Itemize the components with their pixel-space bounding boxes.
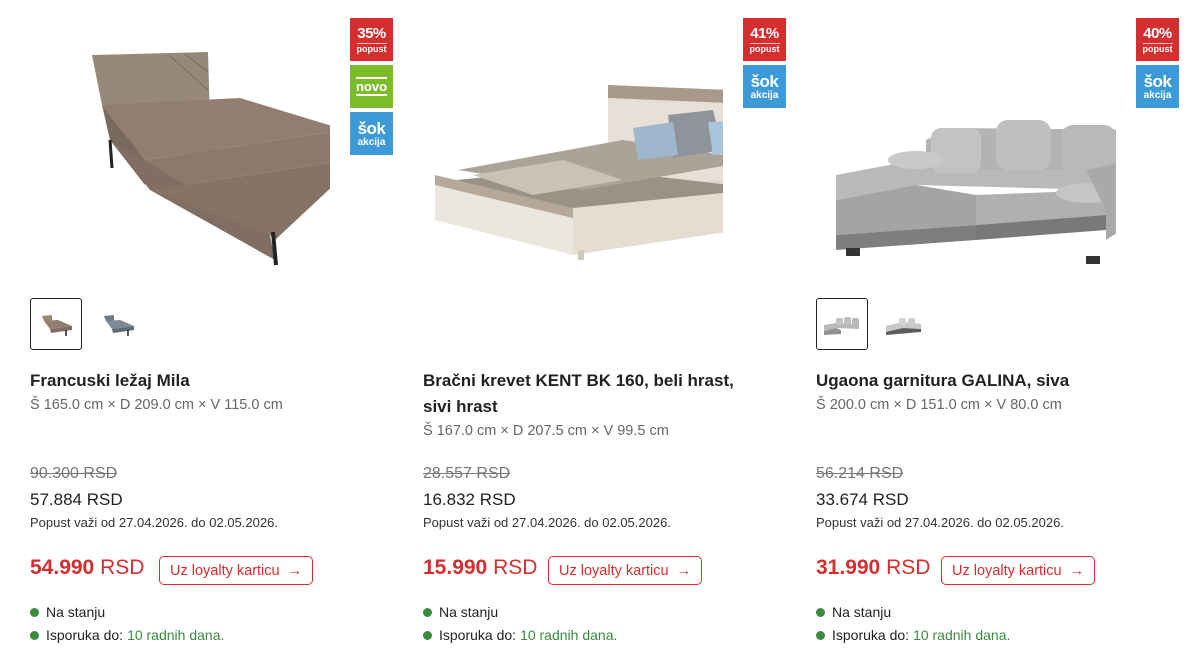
old-price: 28.557 RSD — [423, 465, 511, 482]
sok-label: šok — [1143, 71, 1172, 91]
variant-thumbnails — [30, 298, 144, 350]
loyalty-price-amount: 54.990 — [30, 556, 95, 579]
promo-validity: Popust važi od 27.04.2026. do 02.05.2026… — [30, 515, 278, 530]
delivery-dot-icon — [423, 630, 432, 640]
in-stock-dot-icon — [423, 607, 432, 617]
loyalty-button-label: Uz loyalty karticu — [952, 562, 1062, 579]
old-price: 90.300 RSD — [30, 465, 118, 482]
discounted-price: 57.884 RSD — [30, 490, 123, 509]
stock-status: Na stanju — [816, 604, 891, 620]
delivery-label: Isporuka do: — [46, 627, 124, 643]
sok-label: šok — [357, 118, 386, 138]
loyalty-price-currency: RSD — [493, 556, 538, 579]
akcija-label: akcija — [750, 89, 779, 101]
discounted-price: 16.832 RSD — [423, 490, 516, 509]
product-title[interactable]: Bračni krevet KENT BK 160, beli hrast, s… — [423, 368, 763, 420]
loyalty-card-button[interactable]: Uz loyalty karticu → — [159, 556, 314, 585]
stock-label: Na stanju — [46, 604, 106, 620]
delivery-label: Isporuka do: — [439, 627, 517, 643]
discount-percent: 35% — [357, 24, 386, 42]
product-badges: 40% popust šok akcija — [1136, 18, 1179, 112]
stock-label: Na stanju — [832, 604, 892, 620]
grey-bed-thumb-icon — [104, 315, 134, 336]
discount-badge: 35% popust — [350, 18, 393, 61]
discount-badge: 41% popust — [743, 18, 786, 61]
akcija-label: akcija — [1143, 89, 1172, 101]
product-card: 40% popust šok akcija Ugaona garnitura G… — [816, 0, 1196, 650]
in-stock-dot-icon — [816, 607, 825, 617]
grey-sofa-alt-thumb-icon — [886, 318, 921, 335]
new-badge: novo — [350, 65, 393, 108]
loyalty-price-currency: RSD — [886, 556, 931, 579]
old-price: 56.214 RSD — [816, 465, 904, 482]
delivery-dot-icon — [30, 630, 39, 640]
discount-badge: 40% popust — [1136, 18, 1179, 61]
product-image-bed-kent[interactable] — [423, 10, 723, 280]
variant-thumb-grey-sofa[interactable] — [816, 298, 868, 350]
product-image-sofa-galina[interactable] — [816, 10, 1116, 280]
discount-label: popust — [356, 42, 387, 54]
product-dimensions: Š 165.0 cm × D 209.0 cm × V 115.0 cm — [30, 397, 283, 413]
arrow-right-icon: → — [1069, 562, 1085, 579]
loyalty-button-label: Uz loyalty karticu — [170, 562, 280, 579]
product-title[interactable]: Ugaona garnitura GALINA, siva — [816, 368, 1156, 394]
product-image-bed-mila[interactable] — [30, 10, 330, 280]
discount-percent: 40% — [1143, 24, 1172, 42]
stock-status: Na stanju — [423, 604, 498, 620]
variant-thumb-beige[interactable] — [30, 298, 82, 350]
arrow-right-icon: → — [287, 562, 303, 579]
sok-akcija-badge: šok akcija — [743, 65, 786, 108]
discount-percent: 41% — [750, 24, 779, 42]
loyalty-price-currency: RSD — [100, 556, 145, 579]
sok-akcija-badge: šok akcija — [350, 112, 393, 155]
stock-label: Na stanju — [439, 604, 499, 620]
sok-label: šok — [750, 71, 779, 91]
loyalty-price-amount: 15.990 — [423, 556, 488, 579]
grey-sofa-thumb-icon — [824, 317, 859, 335]
discount-label: popust — [749, 42, 780, 54]
product-badges: 35% popust novo šok akcija — [350, 18, 393, 159]
variant-thumb-grey-sofa-alt[interactable] — [878, 298, 930, 350]
akcija-label: akcija — [357, 136, 386, 148]
delivery-info: Isporuka do: 10 radnih dana. — [816, 627, 1010, 643]
loyalty-card-button[interactable]: Uz loyalty karticu → — [548, 556, 703, 585]
product-card: 41% popust šok akcija Bračni krevet KENT… — [423, 0, 803, 650]
discount-label: popust — [1142, 42, 1173, 54]
product-dimensions: Š 167.0 cm × D 207.5 cm × V 99.5 cm — [423, 423, 669, 439]
loyalty-button-label: Uz loyalty karticu — [559, 562, 669, 579]
beige-bed-thumb-icon — [42, 315, 72, 336]
product-dimensions: Š 200.0 cm × D 151.0 cm × V 80.0 cm — [816, 397, 1062, 413]
variant-thumbnails — [816, 298, 930, 350]
delivery-dot-icon — [816, 630, 825, 640]
delivery-info: Isporuka do: 10 radnih dana. — [30, 627, 224, 643]
delivery-days: 10 radnih dana. — [913, 627, 1011, 643]
loyalty-price-amount: 31.990 — [816, 556, 881, 579]
loyalty-price: 15.990 RSD — [423, 556, 537, 580]
discounted-price: 33.674 RSD — [816, 490, 909, 509]
sok-akcija-badge: šok akcija — [1136, 65, 1179, 108]
new-label: novo — [355, 77, 388, 96]
in-stock-dot-icon — [30, 607, 39, 617]
delivery-label: Isporuka do: — [832, 627, 910, 643]
product-title[interactable]: Francuski ležaj Mila — [30, 368, 370, 394]
delivery-days: 10 radnih dana. — [127, 627, 225, 643]
loyalty-price: 54.990 RSD — [30, 556, 144, 580]
arrow-right-icon: → — [676, 562, 692, 579]
product-card: 35% popust novo šok akcija Francuski lež… — [30, 0, 410, 650]
delivery-info: Isporuka do: 10 radnih dana. — [423, 627, 617, 643]
delivery-days: 10 radnih dana. — [520, 627, 618, 643]
variant-thumb-grey[interactable] — [92, 298, 144, 350]
product-badges: 41% popust šok akcija — [743, 18, 786, 112]
loyalty-card-button[interactable]: Uz loyalty karticu → — [941, 556, 1096, 585]
loyalty-price: 31.990 RSD — [816, 556, 930, 580]
promo-validity: Popust važi od 27.04.2026. do 02.05.2026… — [816, 515, 1064, 530]
stock-status: Na stanju — [30, 604, 105, 620]
promo-validity: Popust važi od 27.04.2026. do 02.05.2026… — [423, 515, 671, 530]
